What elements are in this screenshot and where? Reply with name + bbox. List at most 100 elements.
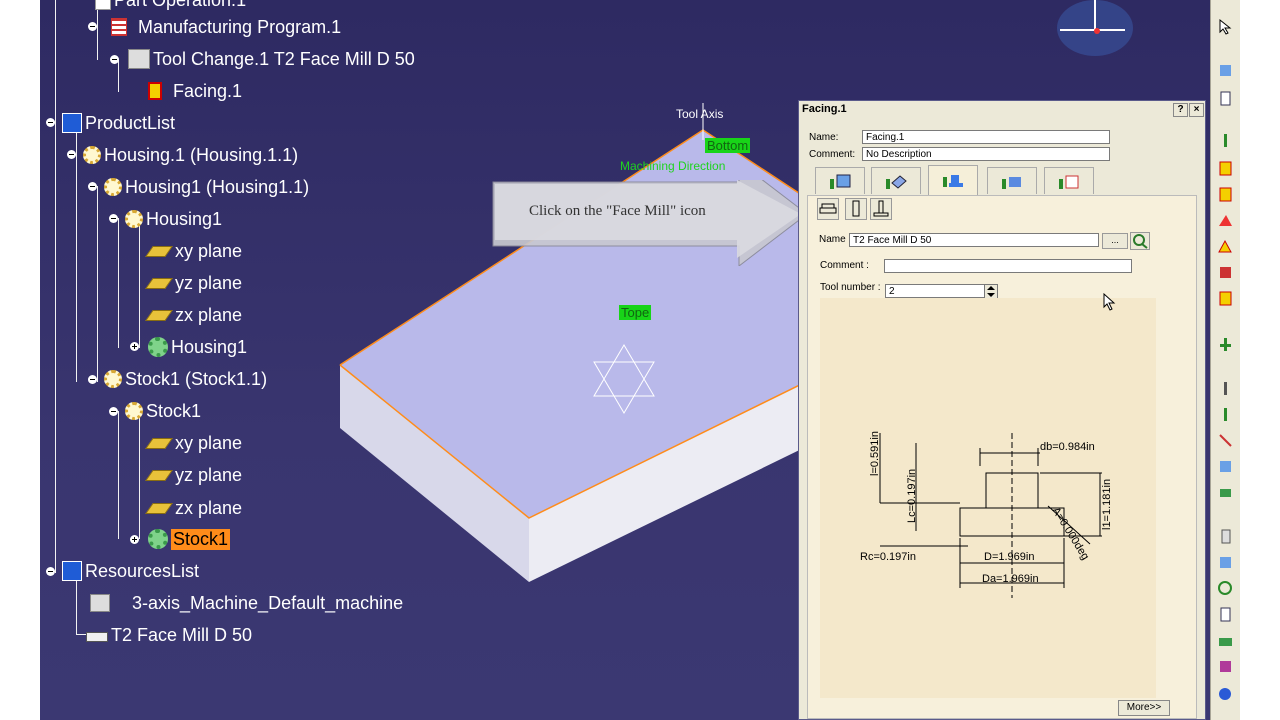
tree-node-resourceslist[interactable]: ResourcesList — [62, 558, 199, 584]
tree-node-housing1-instance[interactable]: Housing1 (Housing1.1) — [104, 174, 309, 200]
tree-node-label: zx plane — [175, 304, 243, 325]
tree-node-stock-yz-plane[interactable]: yz plane — [145, 462, 242, 488]
collapse-icon[interactable] — [109, 407, 118, 416]
tree-node-part-operation[interactable]: Part Operation.1 — [95, 0, 246, 13]
list-tool-icon[interactable] — [1217, 458, 1234, 475]
body-gear-icon — [148, 529, 168, 549]
plane-icon — [145, 502, 173, 514]
tree-node-housing-product[interactable]: Housing.1 (Housing.1.1) — [83, 142, 298, 168]
tree-node-machine[interactable]: 3-axis_Machine_Default_machine — [90, 590, 403, 616]
end-mill-button[interactable] — [845, 198, 867, 220]
spot-drill-tool-icon[interactable] — [1217, 380, 1234, 397]
tool-panel: Name T2 Face Mill D 50 ... Comment : Too… — [807, 195, 1197, 719]
help-button[interactable]: ? — [1173, 103, 1188, 117]
collapse-icon[interactable] — [109, 214, 118, 223]
collapse-icon[interactable] — [88, 375, 97, 384]
tree-node-housing-zx-plane[interactable]: zx plane — [145, 302, 242, 328]
collapse-icon[interactable] — [110, 55, 119, 64]
tree-node-label: zx plane — [175, 497, 243, 518]
tool-name-field[interactable]: T2 Face Mill D 50 — [849, 233, 1099, 247]
l1-dimension-label: l1=1.181in — [1101, 479, 1113, 530]
tab-tool[interactable] — [928, 165, 978, 195]
tree-node-label: ResourcesList — [85, 560, 200, 581]
replay-tool-icon[interactable] — [1217, 580, 1234, 597]
facing-tool-icon[interactable] — [1217, 160, 1234, 177]
select-tool-icon[interactable] — [1217, 18, 1234, 35]
collapse-icon[interactable] — [88, 182, 97, 191]
tree-node-stock1-part[interactable]: Stock1 — [125, 398, 201, 424]
boring-tool-icon[interactable] — [1217, 432, 1234, 449]
tree-node-label: Housing.1 (Housing.1.1) — [104, 144, 299, 165]
name-field[interactable]: Facing.1 — [862, 130, 1110, 144]
contouring-tool-icon[interactable] — [1217, 238, 1234, 255]
machining-direction-label[interactable]: Machining Direction — [618, 159, 727, 173]
tool-number-spinner[interactable] — [984, 284, 998, 299]
curve-tool-icon[interactable] — [1217, 264, 1234, 281]
tree-node-housing1-body[interactable]: Housing1 — [148, 334, 247, 360]
simulation-tool-icon[interactable] — [1217, 554, 1234, 571]
machining-tool-icon[interactable] — [1217, 132, 1234, 149]
tree-node-tool[interactable]: T2 Face Mill D 50 — [86, 622, 252, 648]
manufacturing-program-icon — [111, 18, 127, 36]
tab-strategy[interactable] — [815, 167, 865, 194]
tab-feeds-speeds[interactable] — [987, 167, 1037, 194]
dialog-title-bar[interactable]: Facing.1 ? × — [799, 101, 1205, 118]
expand-icon[interactable] — [130, 342, 139, 351]
top-label[interactable]: Tope — [619, 305, 652, 320]
operation-tool-icon[interactable] — [1217, 62, 1234, 79]
tree-node-stock-zx-plane[interactable]: zx plane — [145, 495, 242, 521]
search-tool-button[interactable] — [1130, 232, 1150, 250]
bottom-label[interactable]: Bottom — [705, 138, 751, 153]
tool-name-label: Name — [819, 234, 846, 245]
body-gear-icon — [148, 337, 168, 357]
collapse-icon[interactable] — [46, 118, 55, 127]
drilling-tool-icon[interactable] — [1217, 290, 1234, 307]
transform-tool-icon[interactable] — [1217, 484, 1234, 501]
tree-node-housing-xy-plane[interactable]: xy plane — [145, 238, 242, 264]
product-list-icon — [62, 113, 82, 133]
catalog-tool-icon[interactable] — [1217, 686, 1234, 703]
tree-node-manufacturing-program[interactable]: Manufacturing Program.1 — [101, 14, 341, 40]
comment-field[interactable]: No Description — [862, 147, 1110, 161]
tree-node-label: Housing1 — [171, 336, 248, 357]
tool-comment-field[interactable] — [884, 259, 1132, 273]
tree-node-tool-change[interactable]: Tool Change.1 T2 Face Mill D 50 — [128, 46, 415, 72]
close-button[interactable]: × — [1189, 103, 1204, 117]
spinner-arrows-icon — [987, 286, 995, 297]
report-tool-icon[interactable] — [1217, 606, 1234, 623]
user-tool-icon[interactable] — [1217, 658, 1234, 675]
browse-tool-button[interactable]: ... — [1102, 233, 1128, 249]
profile-tool-icon[interactable] — [1217, 212, 1234, 229]
tree-node-stock1-body[interactable]: Stock1 — [148, 526, 231, 552]
expand-icon[interactable] — [130, 535, 139, 544]
more-button[interactable]: More>> — [1118, 700, 1170, 716]
document-tool-icon[interactable] — [1217, 90, 1234, 107]
collapse-icon[interactable] — [88, 22, 97, 31]
tapping-tool-icon[interactable] — [1217, 406, 1234, 423]
tree-node-stock1-instance[interactable]: Stock1 (Stock1.1) — [104, 366, 267, 392]
t-slotter-button[interactable] — [870, 198, 892, 220]
axial-tool-icon[interactable] — [1217, 336, 1234, 353]
tree-node-productlist[interactable]: ProductList — [62, 110, 175, 136]
collapse-icon[interactable] — [46, 567, 55, 576]
tree-node-stock-xy-plane[interactable]: xy plane — [145, 430, 242, 456]
search-icon — [1133, 234, 1148, 249]
tree-node-housing1-part[interactable]: Housing1 — [125, 206, 222, 232]
tab-macros[interactable] — [1044, 167, 1094, 194]
tree-node-label: xy plane — [175, 240, 243, 261]
tree-node-housing-yz-plane[interactable]: yz plane — [145, 270, 242, 296]
pocketing-tool-icon[interactable] — [1217, 186, 1234, 203]
face-mill-icon — [819, 203, 837, 214]
lc-dimension-label: Lc=0.197in — [906, 469, 918, 523]
nc-output-tool-icon[interactable] — [1217, 528, 1234, 545]
compass[interactable] — [1057, 0, 1133, 56]
tree-node-facing[interactable]: Facing.1 — [148, 78, 242, 104]
face-mill-button[interactable] — [817, 198, 839, 220]
machine-tool-icon[interactable] — [1217, 632, 1234, 649]
tool-number-field[interactable]: 2 — [885, 284, 985, 298]
dialog-title: Facing.1 — [802, 103, 847, 115]
facing-dialog[interactable]: Facing.1 ? × Name: Facing.1 Comment: No … — [798, 100, 1206, 720]
plane-icon — [145, 437, 173, 449]
collapse-icon[interactable] — [67, 150, 76, 159]
tab-geometry[interactable] — [871, 167, 921, 194]
